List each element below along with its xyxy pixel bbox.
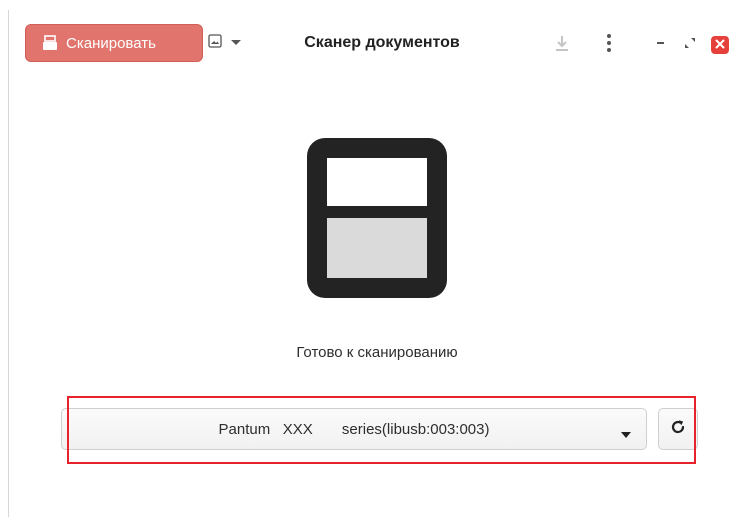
refresh-icon [670, 419, 686, 440]
scanner-illustration [307, 138, 447, 298]
scan-button-label: Сканировать [66, 34, 156, 52]
download-icon[interactable] [547, 28, 577, 58]
device-select[interactable]: Pantum XXX series(libusb:003:003) [61, 408, 647, 450]
maximize-icon[interactable] [675, 28, 705, 58]
status-message: Готово к сканированию [296, 344, 458, 361]
kebab-menu-icon[interactable] [594, 28, 624, 58]
scan-button[interactable]: Сканировать [25, 24, 203, 62]
scanner-window: Сканировать Сканер документов Готово к с… [8, 10, 736, 517]
window-title: Сканер документов [304, 34, 460, 51]
refresh-button[interactable] [658, 408, 698, 450]
close-button[interactable] [711, 36, 729, 54]
minimize-icon[interactable] [646, 28, 676, 58]
header-bar: Сканировать Сканер документов [9, 10, 736, 68]
device-select-value: Pantum XXX series(libusb:003:003) [218, 420, 490, 438]
scanner-icon [42, 35, 58, 51]
dropdown-arrow-icon [620, 426, 632, 443]
close-icon [715, 36, 725, 54]
image-icon [208, 33, 222, 53]
chevron-down-icon [230, 34, 242, 52]
page-type-menu-button[interactable] [206, 26, 260, 60]
